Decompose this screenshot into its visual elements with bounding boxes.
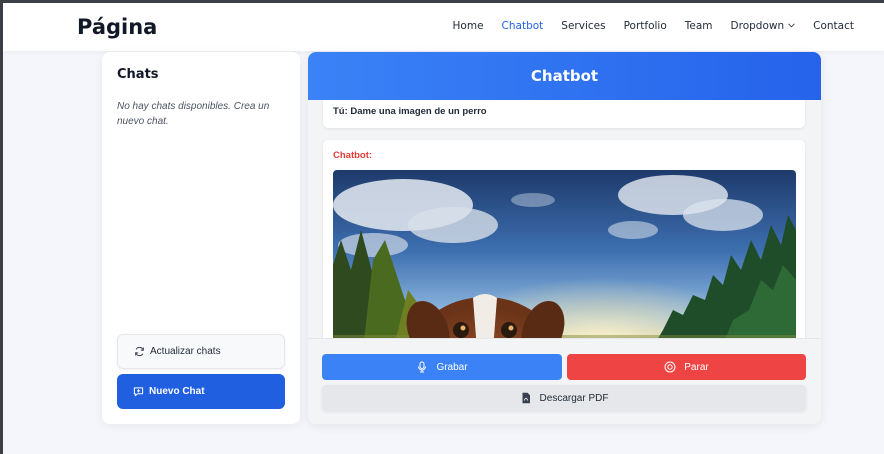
nav-team[interactable]: Team — [685, 20, 713, 32]
nav-home[interactable]: Home — [453, 20, 484, 32]
stop-label: Parar — [684, 361, 709, 373]
new-chat-button[interactable]: Nuevo Chat — [117, 374, 285, 409]
chat-controls: Grabar Parar Descargar PDF — [308, 338, 821, 424]
navbar: Página Home Chatbot Services Portfolio T… — [3, 3, 884, 51]
record-label: Grabar — [436, 361, 468, 373]
download-pdf-button[interactable]: Descargar PDF — [322, 385, 806, 411]
nav-dropdown-label: Dropdown — [730, 20, 785, 32]
chat-add-icon — [133, 387, 144, 397]
chevron-down-icon — [788, 22, 795, 30]
new-chat-label: Nuevo Chat — [149, 386, 205, 397]
user-message: Tú: Dame una imagen de un perro — [323, 100, 805, 128]
stop-button[interactable]: Parar — [567, 354, 806, 380]
record-button[interactable]: Grabar — [322, 354, 562, 380]
nav-contact[interactable]: Contact — [813, 20, 854, 32]
chatbot-panel: Chatbot Tú: Dame una imagen de un perro … — [308, 52, 821, 424]
download-pdf-label: Descargar PDF — [539, 392, 609, 404]
stop-circle-icon — [664, 361, 676, 373]
bot-label: Chatbot: — [333, 150, 373, 161]
messages-area[interactable]: Tú: Dame una imagen de un perro Chatbot: — [308, 100, 821, 338]
pdf-file-icon — [522, 392, 530, 404]
refresh-icon — [135, 346, 144, 357]
sidebar-title: Chats — [117, 67, 159, 82]
main-nav: Home Chatbot Services Portfolio Team Dro… — [435, 20, 854, 32]
nav-dropdown[interactable]: Dropdown — [731, 20, 796, 32]
nav-chatbot[interactable]: Chatbot — [502, 20, 544, 32]
microphone-icon — [418, 361, 427, 373]
refresh-chats-button[interactable]: Actualizar chats — [117, 334, 285, 369]
site-logo[interactable]: Página — [77, 15, 157, 39]
chats-sidebar: Chats No hay chats disponibles. Crea un … — [102, 52, 300, 424]
nav-services[interactable]: Services — [561, 20, 605, 32]
bot-message: Chatbot: — [323, 140, 805, 338]
window-left-border — [0, 3, 3, 454]
refresh-chats-label: Actualizar chats — [150, 346, 221, 357]
nav-portfolio[interactable]: Portfolio — [624, 20, 667, 32]
chatbot-title: Chatbot — [308, 52, 821, 100]
generated-dog-image — [333, 170, 796, 338]
empty-chats-message: No hay chats disponibles. Crea un nuevo … — [117, 101, 270, 127]
